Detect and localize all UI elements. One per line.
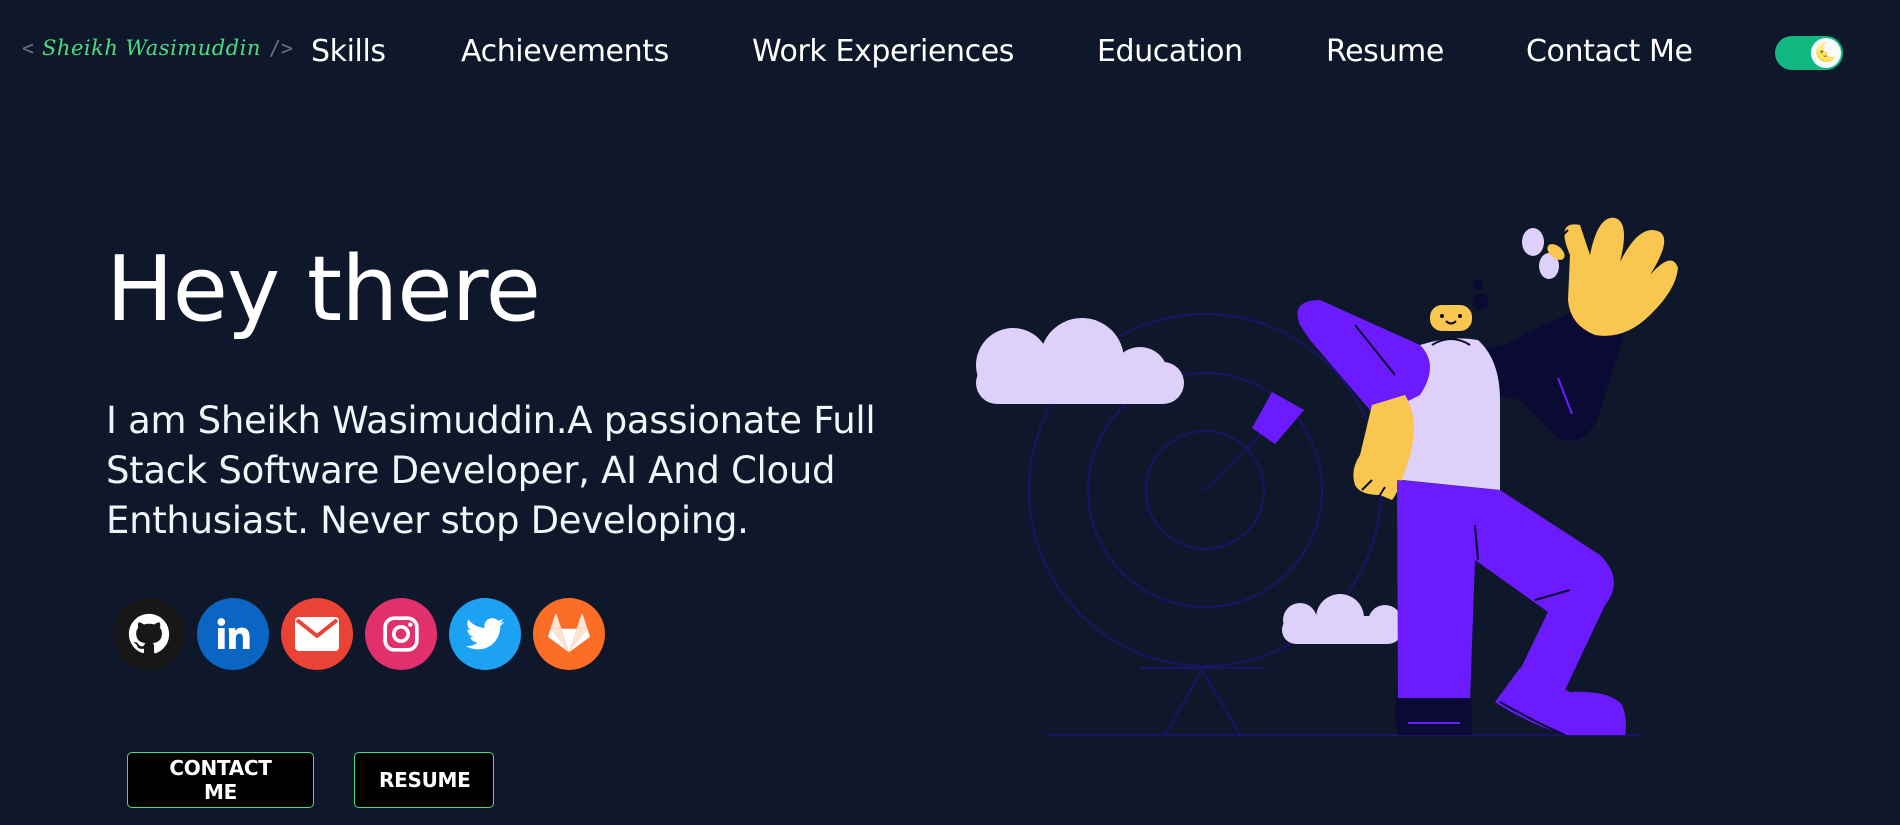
github-icon: [128, 613, 170, 654]
nav-link-education[interactable]: Education: [1097, 28, 1243, 76]
cloud-small: [1282, 594, 1402, 644]
thought-dot-large: [1473, 294, 1489, 310]
top-navigation: < Sheikh Wasimuddin /> Skills Achievemen…: [0, 0, 1900, 104]
linkedin-icon: [217, 618, 250, 649]
nav-link-work-experiences[interactable]: Work Experiences: [752, 28, 1014, 76]
theme-toggle[interactable]: 🌜: [1775, 36, 1843, 70]
nav-link-achievements[interactable]: Achievements: [461, 28, 669, 76]
contact-me-button[interactable]: CONTACT ME: [127, 752, 314, 808]
mail-link[interactable]: [281, 598, 353, 670]
mail-icon: [295, 617, 339, 651]
hero-title: Hey there: [106, 237, 541, 342]
resume-button[interactable]: RESUME: [354, 752, 494, 808]
developer-illustration: [976, 217, 1678, 736]
nav-links: Skills Achievements Work Experiences Edu…: [0, 28, 1900, 76]
character-left-shoe: [1395, 698, 1472, 735]
gitlab-link[interactable]: [533, 598, 605, 670]
nav-link-contact-me[interactable]: Contact Me: [1526, 28, 1693, 76]
gitlab-icon: [548, 614, 590, 653]
twitter-icon: [465, 618, 505, 650]
nav-link-skills[interactable]: Skills: [311, 28, 386, 76]
thought-dot-small: [1473, 280, 1483, 290]
hero-subtitle: I am Sheikh Wasimuddin.A passionate Full…: [106, 399, 876, 542]
nav-link-resume[interactable]: Resume: [1326, 28, 1444, 76]
twitter-link[interactable]: [449, 598, 521, 670]
character-legs: [1397, 480, 1614, 700]
instagram-link[interactable]: [365, 598, 437, 670]
bee: [1522, 228, 1569, 279]
social-links: [113, 598, 605, 670]
dart-arrow: [1202, 392, 1304, 493]
cloud-large: [976, 318, 1184, 404]
character-raised-hand: [1564, 217, 1678, 336]
target-stand: [1140, 667, 1265, 736]
moon-face-emoji-icon: 🌜: [1811, 38, 1841, 68]
instagram-icon: [383, 616, 419, 652]
github-link[interactable]: [113, 598, 185, 670]
linkedin-link[interactable]: [197, 598, 269, 670]
